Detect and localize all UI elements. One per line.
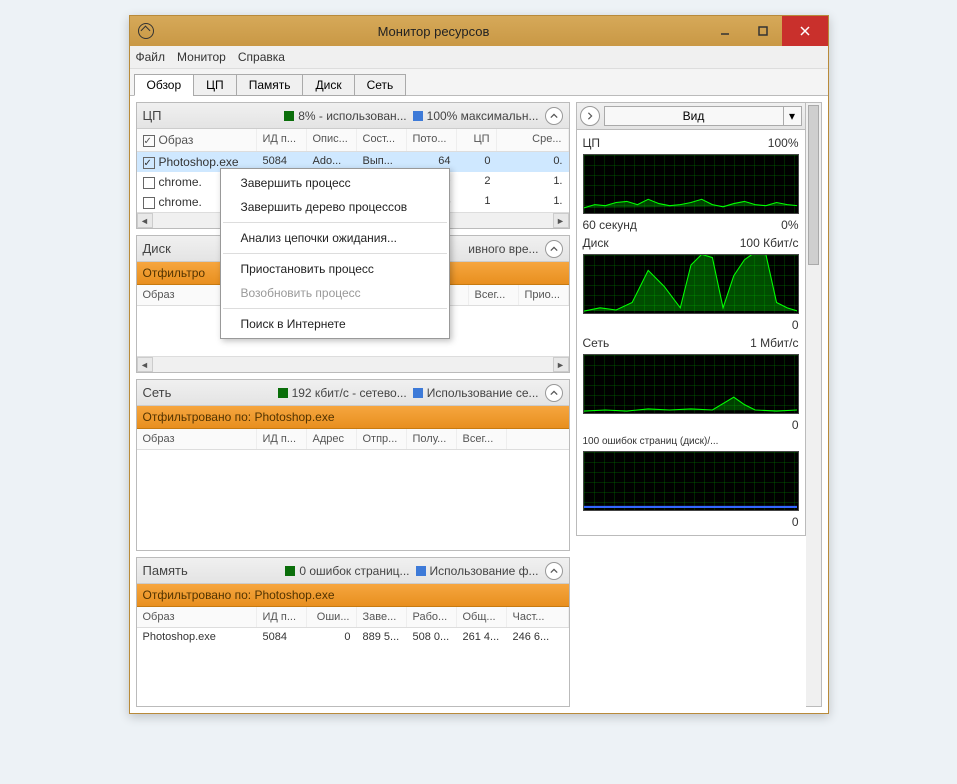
graph-cpu-left2: 60 секунд xyxy=(583,218,637,232)
row-checkbox[interactable] xyxy=(143,177,155,189)
ctx-suspend[interactable]: Приостановить процесс xyxy=(221,257,449,281)
mem-filter-bar: Отфильтровано по: Photoshop.exe xyxy=(137,584,569,607)
cpu-collapse-button[interactable] xyxy=(545,107,563,125)
menubar: Файл Монитор Справка xyxy=(130,46,828,69)
ctx-resume: Возобновить процесс xyxy=(221,281,449,305)
ctx-search-web[interactable]: Поиск в Интернете xyxy=(221,312,449,336)
net-legend1-icon xyxy=(278,388,288,398)
scroll-left-icon[interactable]: ◄ xyxy=(137,213,153,228)
tabbar: Обзор ЦП Память Диск Сеть xyxy=(130,69,828,96)
mem-panel-title: Память xyxy=(143,563,188,578)
tab-disk[interactable]: Диск xyxy=(302,74,354,96)
right-v-scrollbar[interactable] xyxy=(806,102,822,707)
graph-cpu-left: ЦП xyxy=(583,136,601,150)
minimize-button[interactable] xyxy=(706,16,744,46)
graph-disk-left: Диск xyxy=(583,236,609,250)
mem-legend2: Использование ф... xyxy=(430,564,539,578)
cpu-column-headers[interactable]: Образ ИД п... Опис... Сост... Пото... ЦП… xyxy=(137,129,569,152)
titlebar[interactable]: Монитор ресурсов xyxy=(130,16,828,46)
mem-collapse-button[interactable] xyxy=(545,562,563,580)
tab-cpu[interactable]: ЦП xyxy=(193,74,237,96)
mem-legend2-icon xyxy=(416,566,426,576)
graph-disk-right2: 0 xyxy=(792,318,799,332)
disk-panel-title: Диск xyxy=(143,241,171,256)
cpu-legend1-icon xyxy=(284,111,294,121)
disk-legend-suffix: ивного вре... xyxy=(468,242,538,256)
ctx-analyze-wait[interactable]: Анализ цепочки ожидания... xyxy=(221,226,449,250)
mem-column-headers[interactable]: Образ ИД п... Оши... Заве... Рабо... Общ… xyxy=(137,607,569,628)
close-button[interactable] xyxy=(782,16,828,46)
graph-mem-left: 100 ошибок страниц (диск)/... xyxy=(583,436,719,447)
ctx-end-tree[interactable]: Завершить дерево процессов xyxy=(221,195,449,219)
scroll-right-icon[interactable]: ► xyxy=(553,213,569,228)
cpu-header-checkbox[interactable] xyxy=(143,135,155,147)
network-panel: Сеть 192 кбит/с - сетево... Использовани… xyxy=(136,379,570,551)
mem-legend1-icon xyxy=(285,566,295,576)
net-collapse-button[interactable] xyxy=(545,384,563,402)
cpu-legend2: 100% максимальн... xyxy=(427,109,539,123)
app-icon xyxy=(138,23,154,39)
mem-row-photoshop[interactable]: Photoshop.exe 5084 0 889 5... 508 0... 2… xyxy=(137,628,569,646)
disk-h-scrollbar[interactable]: ◄ ► xyxy=(137,356,569,372)
disk-graph xyxy=(583,254,799,314)
net-column-headers[interactable]: Образ ИД п... Адрес Отпр... Полу... Всег… xyxy=(137,429,569,450)
net-graph xyxy=(583,354,799,414)
memory-panel: Память 0 ошибок страниц... Использование… xyxy=(136,557,570,707)
disk-collapse-button[interactable] xyxy=(545,240,563,258)
row-checkbox[interactable] xyxy=(143,197,155,209)
window-title: Монитор ресурсов xyxy=(162,24,706,39)
cpu-legend1: 8% - использован... xyxy=(298,109,406,123)
cpu-graph xyxy=(583,154,799,214)
graphs-prev-button[interactable] xyxy=(580,106,600,126)
chevron-down-icon[interactable]: ▾ xyxy=(784,106,802,126)
graph-net-right2: 0 xyxy=(792,418,799,432)
mem-graph xyxy=(583,451,799,511)
net-filter-bar: Отфильтровано по: Photoshop.exe xyxy=(137,406,569,429)
graph-net-left: Сеть xyxy=(583,336,610,350)
net-panel-title: Сеть xyxy=(143,385,172,400)
menu-help[interactable]: Справка xyxy=(238,50,285,64)
graph-cpu-right2: 0% xyxy=(781,218,798,232)
tab-overview[interactable]: Обзор xyxy=(134,74,195,96)
view-label: Вид xyxy=(604,106,784,126)
tab-network[interactable]: Сеть xyxy=(354,74,407,96)
mem-legend1: 0 ошибок страниц... xyxy=(299,564,409,578)
row-checkbox[interactable] xyxy=(143,157,155,169)
graph-mem-right2: 0 xyxy=(792,515,799,529)
net-legend2-icon xyxy=(413,388,423,398)
ctx-end-process[interactable]: Завершить процесс xyxy=(221,171,449,195)
view-selector[interactable]: Вид ▾ xyxy=(604,106,802,126)
net-legend1: 192 кбит/с - сетево... xyxy=(292,386,407,400)
scroll-right-icon[interactable]: ► xyxy=(553,357,569,372)
resource-monitor-window: Монитор ресурсов Файл Монитор Справка Об… xyxy=(129,15,829,714)
scroll-left-icon[interactable]: ◄ xyxy=(137,357,153,372)
menu-monitor[interactable]: Монитор xyxy=(177,50,226,64)
cpu-panel-title: ЦП xyxy=(143,108,162,123)
graph-cpu-right: 100% xyxy=(768,136,799,150)
menu-file[interactable]: Файл xyxy=(136,50,166,64)
cpu-legend2-icon xyxy=(413,111,423,121)
graph-net-right: 1 Мбит/с xyxy=(750,336,798,350)
tab-memory[interactable]: Память xyxy=(236,74,304,96)
maximize-button[interactable] xyxy=(744,16,782,46)
process-context-menu: Завершить процесс Завершить дерево проце… xyxy=(220,168,450,339)
graphs-header: Вид ▾ xyxy=(576,102,806,130)
graph-disk-right: 100 Кбит/с xyxy=(740,236,799,250)
net-legend2: Использование се... xyxy=(427,386,539,400)
